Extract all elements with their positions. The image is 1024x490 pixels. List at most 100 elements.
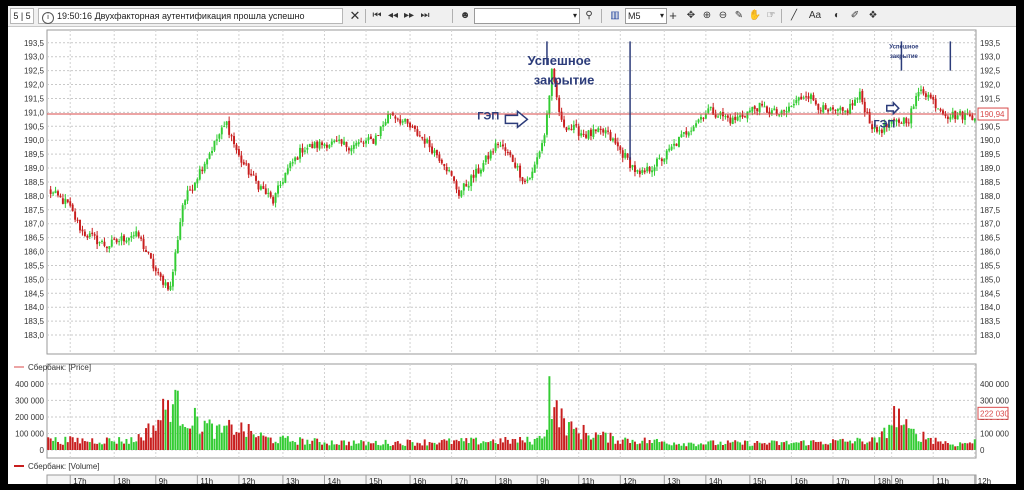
bar-chart-icon[interactable]: ▥ xyxy=(608,9,622,23)
candle-body xyxy=(448,170,451,172)
volume-bar xyxy=(404,445,407,450)
volume-tick-label-right: 400 000 xyxy=(980,380,1009,389)
volume-bar xyxy=(71,437,74,450)
candle-body xyxy=(651,170,654,173)
volume-bar xyxy=(123,443,125,450)
volume-bar xyxy=(966,443,969,450)
volume-bar xyxy=(531,444,534,450)
candle-body xyxy=(739,115,742,118)
hand-icon-2[interactable]: ☞ xyxy=(764,9,778,23)
volume-bar xyxy=(516,442,519,450)
price-tick-label: 189,5 xyxy=(24,150,45,159)
volume-bar xyxy=(460,438,463,450)
candle-body xyxy=(240,155,243,163)
candle-body xyxy=(335,140,338,142)
volume-bar xyxy=(844,441,847,450)
volume-tick-label-right: 300 000 xyxy=(980,396,1009,405)
candle-body xyxy=(592,129,595,137)
timeframe-select[interactable]: M5 ▾ xyxy=(625,8,667,24)
candle-body xyxy=(279,184,282,186)
price-tick-label-right: 188,0 xyxy=(980,192,1001,201)
volume-bar xyxy=(643,437,646,450)
candle-body xyxy=(284,172,287,183)
candle-body xyxy=(230,135,233,137)
pencil-icon[interactable]: ✎ xyxy=(732,9,746,23)
crosshair-icon[interactable]: ✥ xyxy=(684,9,698,23)
candle-body xyxy=(247,163,250,175)
price-chart[interactable]: 193,5 193,5 193,0 193,0 192,5 192,5 192,0 192,0… xyxy=(8,26,1016,484)
volume-bar xyxy=(922,431,925,450)
candle-body xyxy=(682,132,685,134)
volume-bar xyxy=(167,400,169,450)
volume-bar xyxy=(223,425,226,450)
volume-bar xyxy=(313,438,316,450)
next-icon[interactable]: ▸▸ xyxy=(402,9,416,23)
volume-bar xyxy=(323,442,326,450)
text-icon[interactable]: Aa xyxy=(808,9,822,23)
candle-body xyxy=(844,110,847,112)
volume-bar xyxy=(149,437,152,450)
price-tick-label: 190,5 xyxy=(24,122,45,131)
candle-body xyxy=(653,167,656,172)
candle-body xyxy=(203,163,206,172)
volume-bar xyxy=(736,441,739,450)
first-icon[interactable]: ⏮ xyxy=(370,9,384,23)
volume-bar xyxy=(751,445,754,450)
prev-icon[interactable]: ◂◂ xyxy=(386,9,400,23)
candle-body xyxy=(501,144,504,147)
volume-bar xyxy=(856,437,859,450)
line-icon[interactable]: ╱ xyxy=(787,9,801,23)
candle-body xyxy=(785,110,788,113)
hand-icon[interactable]: ✋ xyxy=(748,9,762,23)
color-icon[interactable]: ◐ xyxy=(830,9,844,23)
volume-bar xyxy=(658,442,661,450)
candle-body xyxy=(350,148,353,152)
price-tick-label: 186,0 xyxy=(24,248,45,257)
candle-body xyxy=(225,121,228,126)
candle-body xyxy=(57,191,59,196)
user-icon[interactable]: ☻ xyxy=(458,9,472,23)
volume-bar xyxy=(125,438,128,450)
brush-icon[interactable]: ✐ xyxy=(848,9,862,23)
time-tick-label: 15h xyxy=(369,477,382,484)
price-tick-label: 187,5 xyxy=(24,206,45,215)
candle-body xyxy=(110,239,113,247)
candle-body xyxy=(482,163,485,171)
candle-body xyxy=(717,116,720,118)
candle-body xyxy=(621,150,624,158)
volume-bar xyxy=(663,441,666,450)
zoom-out-icon[interactable]: ⊖ xyxy=(716,9,730,23)
add-icon[interactable]: + xyxy=(666,9,680,23)
volume-bar xyxy=(956,446,959,450)
volume-bar xyxy=(311,440,314,450)
price-tick-label: 188,5 xyxy=(24,178,45,187)
candle-body xyxy=(641,170,644,174)
price-tick-label: 184,0 xyxy=(24,303,45,312)
close-icon[interactable]: ✕ xyxy=(348,9,362,23)
candle-body xyxy=(677,136,680,147)
volume-bar xyxy=(213,438,216,450)
candle-body xyxy=(560,111,563,120)
volume-bar xyxy=(333,444,336,450)
volume-bar xyxy=(783,442,786,450)
volume-tick-label-right: 0 xyxy=(980,446,985,455)
price-tick-label: 183,5 xyxy=(24,317,45,326)
candle-body xyxy=(328,144,331,148)
price-tick-label-right: 187,0 xyxy=(980,220,1001,229)
zoom-in-icon[interactable]: ⊕ xyxy=(700,9,714,23)
volume-bar xyxy=(509,443,512,450)
settings-icon[interactable]: ❖ xyxy=(866,9,880,23)
candle-body xyxy=(64,198,67,204)
symbol-input[interactable]: ▾ xyxy=(474,8,580,24)
volume-bar xyxy=(330,440,333,450)
candle-body xyxy=(196,179,199,184)
volume-bar xyxy=(548,376,551,450)
price-tick-label-right: 185,0 xyxy=(980,275,1001,284)
volume-bar xyxy=(255,437,258,450)
candle-body xyxy=(140,237,143,239)
last-icon[interactable]: ⏭ xyxy=(418,9,432,23)
search-icon[interactable]: ⚲ xyxy=(582,9,596,23)
volume-bar xyxy=(426,445,429,450)
volume-bar xyxy=(572,428,575,450)
volume-bar xyxy=(389,445,392,450)
